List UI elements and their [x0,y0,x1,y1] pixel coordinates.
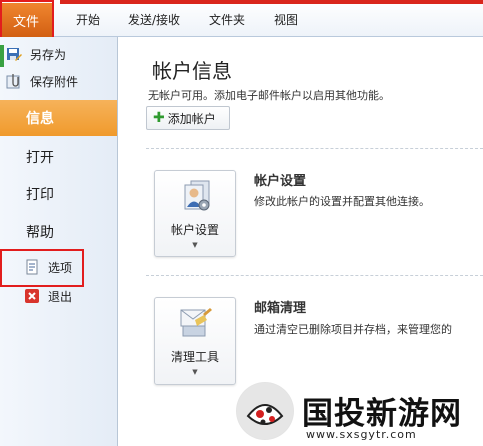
account-settings-heading: 帐户设置 [254,174,307,189]
tab-file-label: 文件 [12,14,39,30]
mailbox-cleanup-description: 通过清空已删除项目并存档，来管理您的 [254,323,452,336]
watermark-text: 国投新游网 [302,396,462,432]
watermark: 国投新游网 www.sxsgytr.com [232,380,483,446]
sidebar-item-label: 打印 [26,187,54,203]
sidebar-item-label: 帮助 [26,225,54,241]
chevron-down-icon: ▼ [192,241,198,249]
paperclip-icon [6,73,22,89]
backstage-sidebar: 另存为 保存附件 信息 打开 打印 帮助 选项 退出 [0,37,118,446]
tab-folder[interactable]: 文件夹 [209,11,245,28]
account-settings-label: 帐户设置 [170,223,219,237]
cleanup-tools-button[interactable]: 清理工具 ▼ [154,297,236,385]
chevron-down-icon: ▼ [192,368,198,376]
page-subtitle: 无帐户可用。添加电子邮件帐户以启用其他功能。 [148,89,390,102]
sidebar-item-label: 打开 [26,150,54,166]
sidebar-item-open[interactable]: 打开 [0,139,117,175]
account-settings-icon [177,179,213,217]
divider [146,275,483,276]
sidebar-item-save-attachments[interactable]: 保存附件 [6,70,78,92]
save-as-icon [6,46,22,62]
mailbox-cleanup-heading: 邮箱清理 [254,301,307,316]
ribbon-bar: 文件 开始 发送/接收 文件夹 视图 [0,0,483,37]
sidebar-indicator [0,45,4,67]
cleanup-tools-label: 清理工具 [170,350,219,364]
watermark-url: www.sxsgytr.com [306,428,417,441]
tab-view[interactable]: 视图 [274,11,298,28]
ribbon-accent-line [60,0,483,4]
sidebar-item-info[interactable]: 信息 [0,100,117,136]
sidebar-item-label: 另存为 [30,47,67,62]
account-settings-description: 修改此帐户的设置并配置其他连接。 [254,195,430,208]
plus-icon: ✚ [153,110,165,126]
sidebar-item-save-as[interactable]: 另存为 [6,43,66,65]
sidebar-item-print[interactable]: 打印 [0,176,117,212]
add-account-button[interactable]: ✚ 添加帐户 [146,106,230,130]
sidebar-item-label: 选项 [48,260,73,275]
sidebar-item-help[interactable]: 帮助 [0,214,117,250]
options-icon [24,259,40,275]
sidebar-item-label: 退出 [48,289,73,304]
page-title: 帐户信息 [152,59,232,83]
exit-icon [24,288,40,304]
sidebar-item-options[interactable]: 选项 [24,256,72,278]
sidebar-item-label: 保存附件 [30,74,79,89]
sidebar-item-exit[interactable]: 退出 [24,285,72,307]
divider [146,148,483,149]
tab-file[interactable]: 文件 [0,3,52,37]
cleanup-tools-icon [177,306,213,344]
add-account-label: 添加帐户 [167,111,216,126]
tab-send-receive[interactable]: 发送/接收 [128,11,180,28]
watermark-logo-icon [236,382,294,440]
account-settings-button[interactable]: 帐户设置 ▼ [154,170,236,257]
tab-home[interactable]: 开始 [76,11,100,28]
sidebar-item-label: 信息 [26,111,54,127]
